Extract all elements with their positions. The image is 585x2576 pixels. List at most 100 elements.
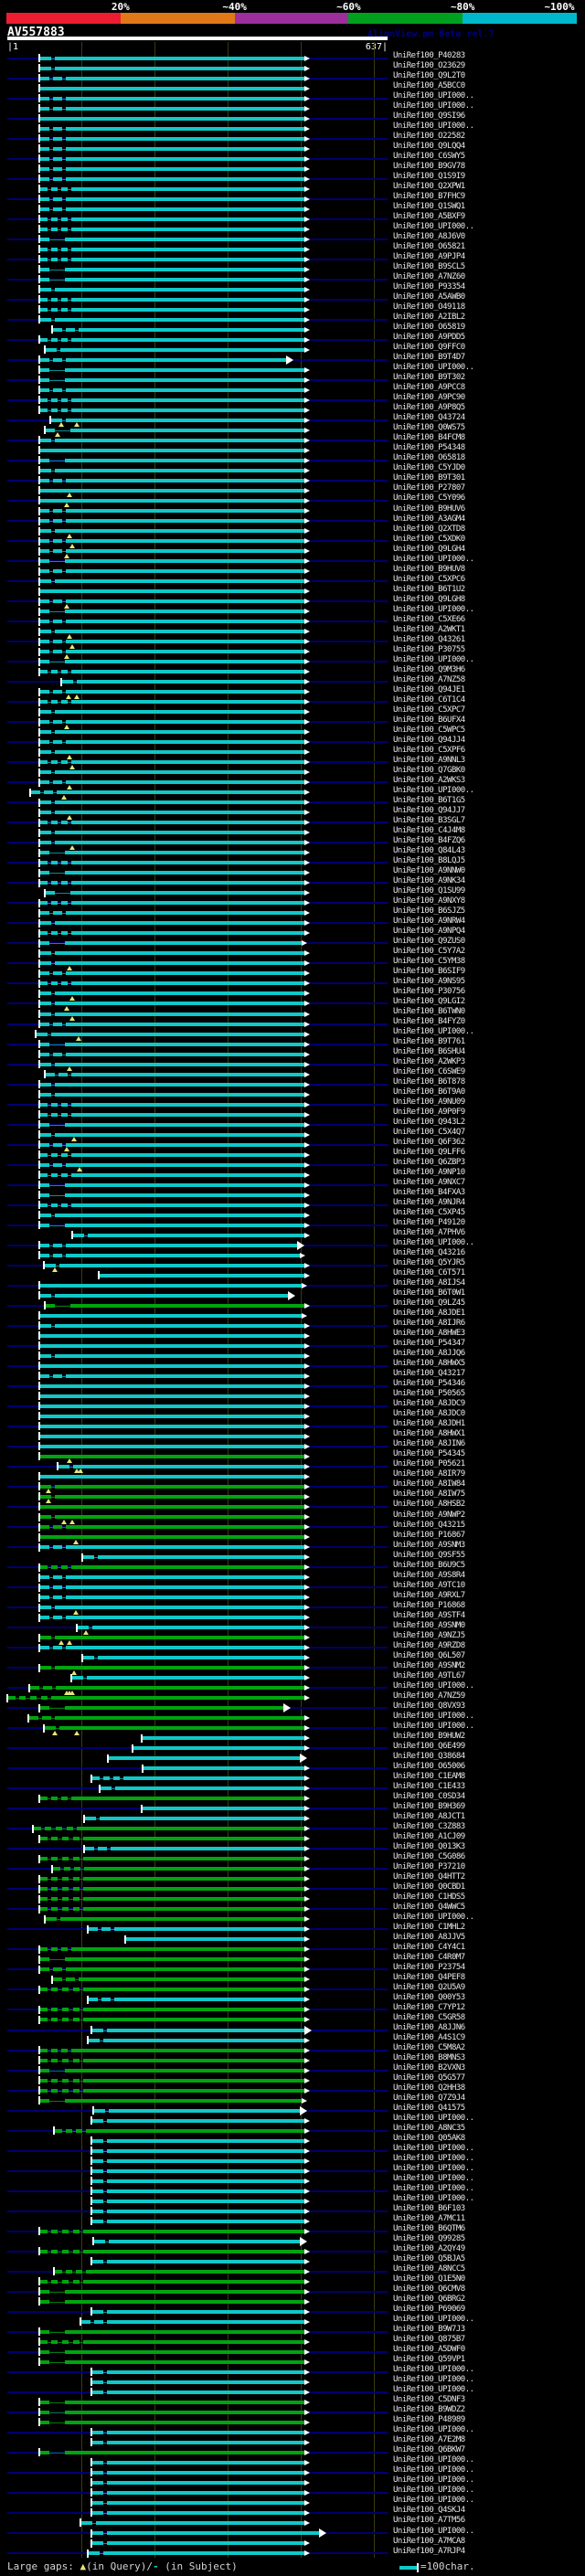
alignment-row[interactable]: UniRef100_Q013K3 <box>0 1842 585 1854</box>
hit-label[interactable]: UniRef100_Q5YJR5 <box>393 1258 465 1267</box>
alignment-row[interactable]: UniRef100_A5AWB0 <box>0 292 585 304</box>
hit-label[interactable]: UniRef100_A8NC35 <box>393 2124 465 2133</box>
alignment-row[interactable]: UniRef100_B6SJZ5 <box>0 906 585 918</box>
hit-label[interactable]: UniRef100_Q7Z9J4 <box>393 2094 465 2103</box>
hit-label[interactable]: UniRef100_P69069 <box>393 2305 465 2314</box>
hit-label[interactable]: UniRef100_Q9M3H6 <box>393 665 465 674</box>
hit-label[interactable]: UniRef100_B6T0W1 <box>393 1288 465 1298</box>
alignment-row[interactable]: UniRef100_Q1SWQ1 <box>0 202 585 214</box>
alignment-row[interactable]: UniRef100_P30755 <box>0 645 585 659</box>
alignment-row[interactable]: UniRef100_O65818 <box>0 453 585 465</box>
hit-label[interactable]: UniRef100_B6T1G5 <box>393 796 465 805</box>
alignment-row[interactable]: UniRef100_UPI000.. <box>0 363 585 375</box>
alignment-row[interactable]: UniRef100_P16868 <box>0 1601 585 1615</box>
alignment-row[interactable]: UniRef100_P40283 <box>0 51 585 63</box>
hit-label[interactable]: UniRef100_A7NZ58 <box>393 675 465 684</box>
alignment-row[interactable]: UniRef100_C5M8A2 <box>0 2043 585 2055</box>
hit-label[interactable]: UniRef100_B9SCL5 <box>393 262 465 271</box>
hit-label[interactable]: UniRef100_Q1S9I9 <box>393 172 465 181</box>
alignment-row[interactable]: UniRef100_B6T1G5 <box>0 796 585 808</box>
alignment-row[interactable]: UniRef100_Q0WS75 <box>0 423 585 438</box>
hit-label[interactable]: UniRef100_A2QY49 <box>393 2244 465 2253</box>
hit-label[interactable]: UniRef100_A8JDC0 <box>393 1409 465 1418</box>
alignment-row[interactable]: UniRef100_UPI000.. <box>0 2315 585 2327</box>
alignment-row[interactable]: UniRef100_A8HWX5 <box>0 1359 585 1371</box>
hit-label[interactable]: UniRef100_UPI000.. <box>393 1722 474 1731</box>
alignment-row[interactable]: UniRef100_Q9ZUS0 <box>0 937 585 949</box>
alignment-row[interactable]: UniRef100_Q6L507 <box>0 1651 585 1663</box>
alignment-row[interactable]: UniRef100_A8JDC0 <box>0 1409 585 1421</box>
alignment-row[interactable]: UniRef100_A7E2M8 <box>0 2435 585 2447</box>
hit-label[interactable]: UniRef100_A9NJR4 <box>393 1198 465 1207</box>
hit-label[interactable]: UniRef100_Q013K3 <box>393 1842 465 1851</box>
alignment-row[interactable]: UniRef100_A9TC10 <box>0 1581 585 1593</box>
hit-label[interactable]: UniRef100_Q43261 <box>393 635 465 644</box>
alignment-row[interactable]: UniRef100_A9NJR4 <box>0 1198 585 1210</box>
alignment-row[interactable]: UniRef100_C0SD34 <box>0 1792 585 1804</box>
alignment-row[interactable]: UniRef100_Q9SF55 <box>0 1551 585 1563</box>
alignment-row[interactable]: UniRef100_A9NXY8 <box>0 896 585 908</box>
hit-label[interactable]: UniRef100_A9NPQ4 <box>393 927 465 936</box>
hit-label[interactable]: UniRef100_B6T1U2 <box>393 585 465 594</box>
hit-label[interactable]: UniRef100_C4Y4C1 <box>393 1943 465 1952</box>
alignment-row[interactable]: UniRef100_A9STF4 <box>0 1611 585 1623</box>
hit-label[interactable]: UniRef100_UPI000.. <box>393 2194 474 2203</box>
alignment-row[interactable]: UniRef100_A8JDC9 <box>0 1399 585 1411</box>
alignment-row[interactable]: UniRef100_Q8VX93 <box>0 1701 585 1713</box>
hit-label[interactable]: UniRef100_A7TM56 <box>393 2516 465 2525</box>
hit-label[interactable]: UniRef100_B6QTM6 <box>393 2224 465 2233</box>
alignment-row[interactable]: UniRef100_C4Y4C1 <box>0 1943 585 1955</box>
hit-label[interactable]: UniRef100_Q6CMV8 <box>393 2284 465 2294</box>
hit-label[interactable]: UniRef100_B6F103 <box>393 2204 465 2213</box>
alignment-row[interactable]: UniRef100_P54346 <box>0 1379 585 1391</box>
alignment-row[interactable]: UniRef100_A8JJN6 <box>0 2023 585 2035</box>
hit-label[interactable]: UniRef100_P40283 <box>393 51 465 60</box>
alignment-row[interactable]: UniRef100_B8MNS3 <box>0 2053 585 2065</box>
alignment-row[interactable]: UniRef100_UPI000.. <box>0 786 585 800</box>
alignment-row[interactable]: UniRef100_Q2U5A9 <box>0 1983 585 1995</box>
alignment-row[interactable]: UniRef100_A7NZ58 <box>0 675 585 687</box>
hit-label[interactable]: UniRef100_Q94JJ7 <box>393 806 465 815</box>
alignment-row[interactable]: UniRef100_C5X4Q7 <box>0 1128 585 1142</box>
alignment-row[interactable]: UniRef100_UPI000.. <box>0 222 585 234</box>
hit-label[interactable]: UniRef100_O65819 <box>393 323 465 332</box>
alignment-row[interactable]: UniRef100_B9T761 <box>0 1037 585 1049</box>
alignment-row[interactable]: UniRef100_B9W7J3 <box>0 2325 585 2337</box>
alignment-row[interactable]: UniRef100_UPI000.. <box>0 2144 585 2156</box>
alignment-row[interactable]: UniRef100_A8IW84 <box>0 1479 585 1494</box>
alignment-row[interactable]: UniRef100_A5DWF0 <box>0 2345 585 2357</box>
alignment-row[interactable]: UniRef100_C5Y096 <box>0 493 585 508</box>
hit-label[interactable]: UniRef100_Q8VX93 <box>393 1701 465 1711</box>
hit-label[interactable]: UniRef100_A9TL67 <box>393 1671 465 1680</box>
alignment-row[interactable]: UniRef100_B4FYZ0 <box>0 1017 585 1029</box>
alignment-row[interactable]: UniRef100_P49120 <box>0 1218 585 1230</box>
alignment-row[interactable]: UniRef100_Q2XTD8 <box>0 525 585 538</box>
hit-label[interactable]: UniRef100_A8JJQ6 <box>393 1349 465 1358</box>
hit-label[interactable]: UniRef100_UPI000.. <box>393 2365 474 2374</box>
alignment-row[interactable]: UniRef100_P23754 <box>0 1963 585 1975</box>
hit-label[interactable]: UniRef100_A9NXY8 <box>393 896 465 906</box>
alignment-row[interactable]: UniRef100_A9NU09 <box>0 1097 585 1109</box>
hit-label[interactable]: UniRef100_C5XDK0 <box>393 535 465 544</box>
hit-label[interactable]: UniRef100_C6T1C4 <box>393 695 465 705</box>
alignment-row[interactable]: UniRef100_A9PC90 <box>0 393 585 405</box>
hit-label[interactable]: UniRef100_C5DNF3 <box>393 2395 465 2404</box>
alignment-row[interactable]: UniRef100_C5G086 <box>0 1852 585 1864</box>
alignment-row[interactable]: UniRef100_B6U9C5 <box>0 1561 585 1573</box>
hit-label[interactable]: UniRef100_A7NZ60 <box>393 272 465 281</box>
alignment-row[interactable]: UniRef100_Q9SI96 <box>0 111 585 123</box>
hit-label[interactable]: UniRef100_UPI000.. <box>393 786 474 795</box>
hit-label[interactable]: UniRef100_UPI000.. <box>393 1027 474 1036</box>
alignment-row[interactable]: UniRef100_Q2HH38 <box>0 2083 585 2095</box>
hit-label[interactable]: UniRef100_Q38684 <box>393 1752 465 1761</box>
hit-label[interactable]: UniRef100_P54347 <box>393 1339 465 1348</box>
hit-label[interactable]: UniRef100_A7MC11 <box>393 2214 465 2223</box>
hit-label[interactable]: UniRef100_A9RZD8 <box>393 1641 465 1650</box>
hit-label[interactable]: UniRef100_A8JCT1 <box>393 1812 465 1821</box>
alignment-row[interactable]: UniRef100_A5BXF9 <box>0 212 585 224</box>
alignment-row[interactable]: UniRef100_P54345 <box>0 1449 585 1464</box>
alignment-row[interactable]: UniRef100_O65821 <box>0 242 585 254</box>
hit-label[interactable]: UniRef100_UPI000.. <box>393 101 474 111</box>
alignment-row[interactable]: UniRef100_Q43724 <box>0 413 585 428</box>
alignment-row[interactable]: UniRef100_C5XPC7 <box>0 705 585 717</box>
